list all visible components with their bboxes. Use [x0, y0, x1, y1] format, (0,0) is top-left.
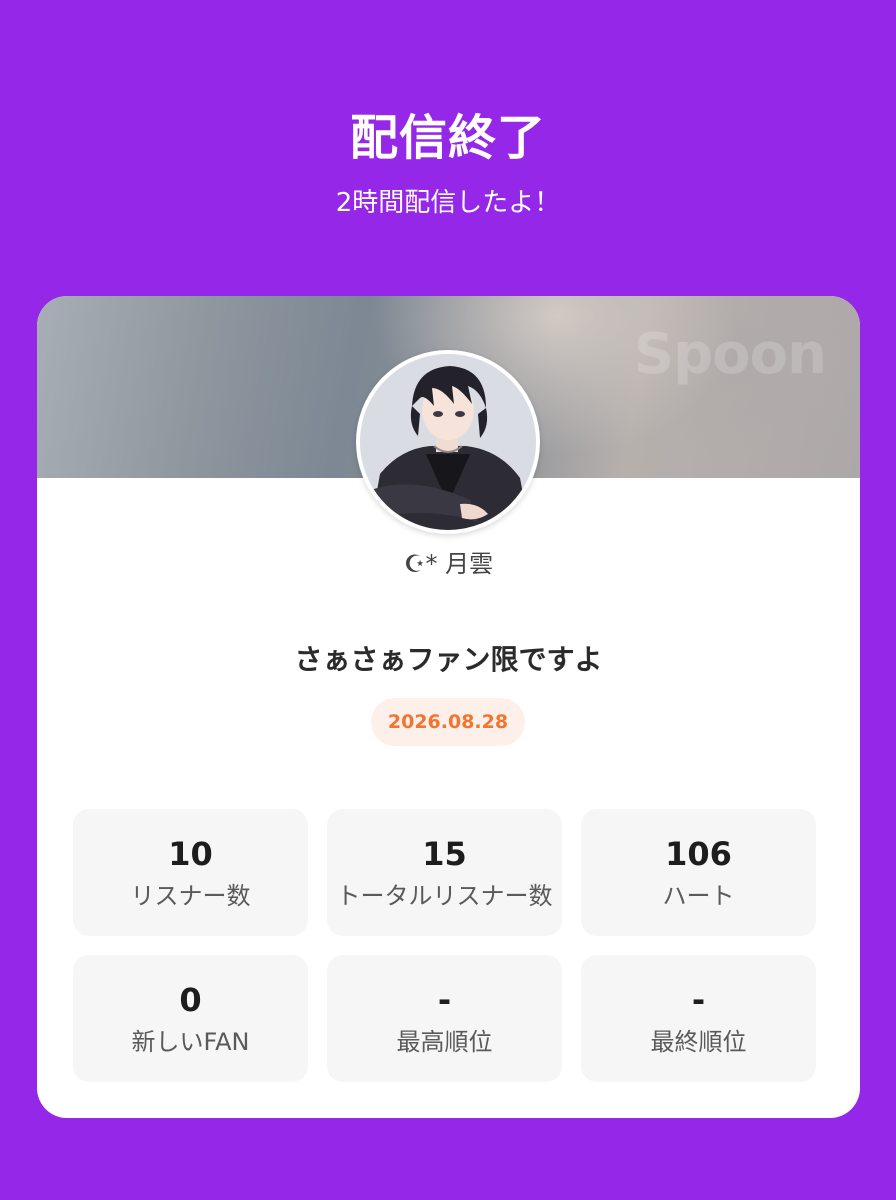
stat-value: -	[437, 980, 452, 1019]
avatar[interactable]	[356, 350, 540, 534]
page-title: 配信終了	[349, 110, 546, 166]
stats-grid: 10 リスナー数 15 トータルリスナー数 106 ハート 0 新しいFAN -…	[73, 809, 816, 1082]
stat-value: 10	[168, 834, 213, 873]
date-badge: 2026.08.28	[371, 698, 525, 746]
stat-value: -	[691, 980, 706, 1019]
username: ☪︎* 月雲	[403, 550, 494, 578]
stat-final-rank: - 最終順位	[581, 955, 816, 1082]
spoon-logo: Spoon	[633, 322, 827, 387]
stat-listeners: 10 リスナー数	[73, 809, 308, 936]
stat-best-rank: - 最高順位	[327, 955, 562, 1082]
stat-hearts: 106 ハート	[581, 809, 816, 936]
stat-label: 最終順位	[650, 1027, 747, 1056]
page-subtitle: 2時間配信したよ！	[335, 188, 561, 218]
stat-new-fans: 0 新しいFAN	[73, 955, 308, 1082]
stat-label: ハート	[662, 881, 735, 910]
avatar-image	[360, 354, 536, 530]
stat-value: 106	[665, 834, 732, 873]
stat-label: リスナー数	[130, 881, 251, 910]
stat-label: 新しいFAN	[131, 1027, 250, 1056]
live-ended-screen: 配信終了 2時間配信したよ！ Spoon ☪︎* 月雲 さぁさぁファン限ですよ …	[0, 0, 896, 1200]
stat-label: トータルリスナー数	[336, 881, 553, 910]
stat-label: 最高順位	[396, 1027, 493, 1056]
stat-total-listeners: 15 トータルリスナー数	[327, 809, 562, 936]
summary-card: Spoon ☪︎* 月雲 さぁさぁファン限ですよ 2026.08.28 10 リ…	[37, 296, 860, 1118]
stat-value: 15	[422, 834, 467, 873]
stat-value: 0	[179, 980, 202, 1019]
stream-title: さぁさぁファン限ですよ	[294, 643, 603, 676]
